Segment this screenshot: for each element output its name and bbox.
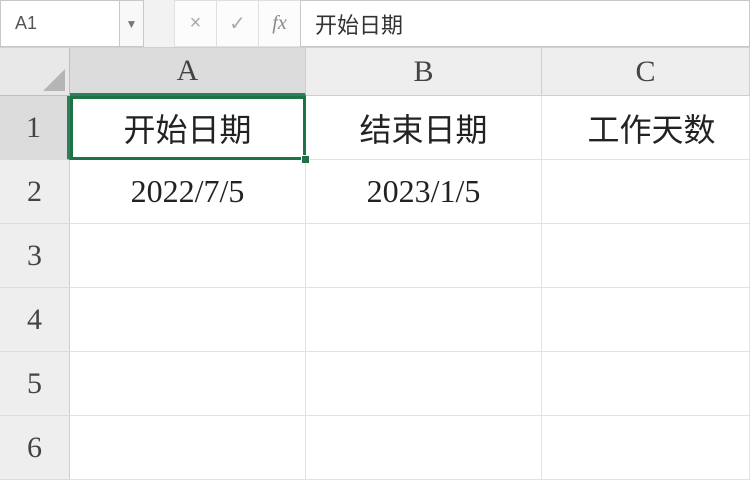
cell-A2[interactable]: 2022/7/5	[70, 160, 306, 224]
cell-C2[interactable]	[542, 160, 750, 224]
row-header-4[interactable]: 4	[0, 288, 70, 352]
cell-A1[interactable]: 开始日期	[70, 96, 306, 160]
row-header-3[interactable]: 3	[0, 224, 70, 288]
cell-A5[interactable]	[70, 352, 306, 416]
name-box-dropdown[interactable]: ▼	[120, 0, 144, 47]
row-header-1[interactable]: 1	[0, 96, 70, 160]
cell-B2[interactable]: 2023/1/5	[306, 160, 542, 224]
cell-C1[interactable]: 工作天数	[542, 96, 750, 160]
cell-C4[interactable]	[542, 288, 750, 352]
cell-B1[interactable]: 结束日期	[306, 96, 542, 160]
spreadsheet-grid: A B C 1 开始日期 结束日期 工作天数 2 2022/7/5 2023/1…	[0, 48, 750, 480]
name-box[interactable]: A1	[0, 0, 120, 47]
cell-B6[interactable]	[306, 416, 542, 480]
cell-B4[interactable]	[306, 288, 542, 352]
cell-A6[interactable]	[70, 416, 306, 480]
cancel-button[interactable]: ×	[174, 0, 216, 47]
fx-button[interactable]: fx	[258, 0, 300, 47]
formula-input[interactable]: 开始日期	[300, 0, 750, 47]
fill-handle[interactable]	[301, 155, 310, 164]
column-header-B[interactable]: B	[306, 48, 542, 96]
cell-B5[interactable]	[306, 352, 542, 416]
column-header-C[interactable]: C	[542, 48, 750, 96]
row-header-2[interactable]: 2	[0, 160, 70, 224]
row-header-6[interactable]: 6	[0, 416, 70, 480]
cell-C6[interactable]	[542, 416, 750, 480]
select-all-corner[interactable]	[0, 48, 70, 96]
row-header-5[interactable]: 5	[0, 352, 70, 416]
cell-A4[interactable]	[70, 288, 306, 352]
cell-B3[interactable]	[306, 224, 542, 288]
cell-C1-text: 工作天数	[587, 105, 715, 151]
column-header-A[interactable]: A	[70, 48, 306, 96]
formula-bar: A1 ▼ × ✓ fx 开始日期	[0, 0, 750, 48]
enter-button[interactable]: ✓	[216, 0, 258, 47]
cell-A3[interactable]	[70, 224, 306, 288]
cell-C5[interactable]	[542, 352, 750, 416]
cell-C3[interactable]	[542, 224, 750, 288]
